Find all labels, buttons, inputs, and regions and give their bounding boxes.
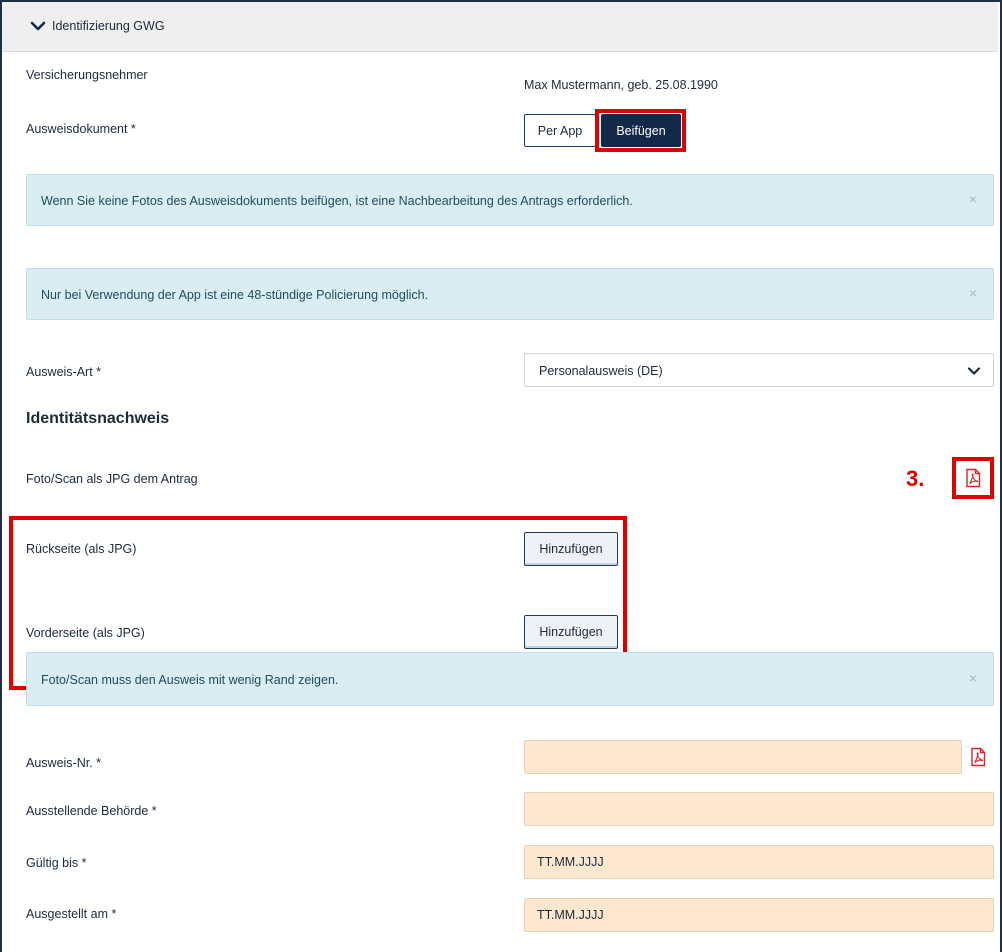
policyholder-label: Versicherungsnehmer (26, 68, 148, 82)
alert-photo-hint: Foto/Scan muss den Ausweis mit wenig Ran… (26, 652, 994, 706)
authority-label: Ausstellende Behörde * (26, 804, 157, 818)
alert-app-only-text: Nur bei Verwendung der App ist eine 48-s… (41, 288, 429, 302)
alert-no-photos: Wenn Sie keine Fotos des Ausweisdokument… (26, 174, 994, 226)
id-type-selected: Personalausweis (DE) (539, 364, 663, 378)
pdf-icon[interactable] (968, 747, 988, 767)
issued-on-input[interactable] (524, 898, 994, 932)
issued-on-label: Ausgestellt am * (26, 907, 117, 921)
policyholder-value: Max Mustermann, geb. 25.08.1990 (524, 78, 718, 92)
back-side-label: Rückseite (als JPG) (26, 542, 137, 556)
id-document-label: Ausweisdokument * (26, 122, 136, 136)
close-icon[interactable]: × (969, 670, 977, 686)
close-icon[interactable]: × (969, 191, 977, 207)
id-type-select[interactable]: Personalausweis (DE) (524, 353, 994, 387)
close-icon[interactable]: × (969, 285, 977, 301)
alert-photo-hint-text: Foto/Scan muss den Ausweis mit wenig Ran… (41, 673, 339, 687)
id-number-label: Ausweis-Nr. * (26, 756, 102, 770)
per-app-button[interactable]: Per App (524, 114, 596, 147)
proof-heading: Identitätsnachweis (26, 410, 170, 427)
front-side-label: Vorderseite (als JPG) (26, 626, 145, 640)
alert-app-only: Nur bei Verwendung der App ist eine 48-s… (26, 268, 994, 320)
valid-until-input[interactable] (524, 845, 994, 879)
highlight-attach-button (595, 109, 686, 152)
chevron-down-icon (30, 21, 46, 31)
photo-scan-label: Foto/Scan als JPG dem Antrag (26, 472, 198, 486)
chevron-down-icon (967, 367, 981, 375)
section-title: Identifizierung GWG (52, 19, 165, 33)
id-type-label: Ausweis-Art * (26, 365, 102, 379)
id-number-input[interactable] (524, 740, 962, 774)
authority-input[interactable] (524, 792, 994, 826)
pdf-icon[interactable] (963, 468, 983, 488)
section-header-identifizierung[interactable]: Identifizierung GWG (2, 2, 998, 52)
valid-until-label: Gültig bis * (26, 856, 87, 870)
step-number-annotation: 3. (906, 466, 925, 491)
alert-no-photos-text: Wenn Sie keine Fotos des Ausweisdokument… (41, 194, 633, 208)
add-back-side-button[interactable]: Hinzufügen (524, 532, 618, 566)
add-front-side-button[interactable]: Hinzufügen (524, 615, 618, 649)
